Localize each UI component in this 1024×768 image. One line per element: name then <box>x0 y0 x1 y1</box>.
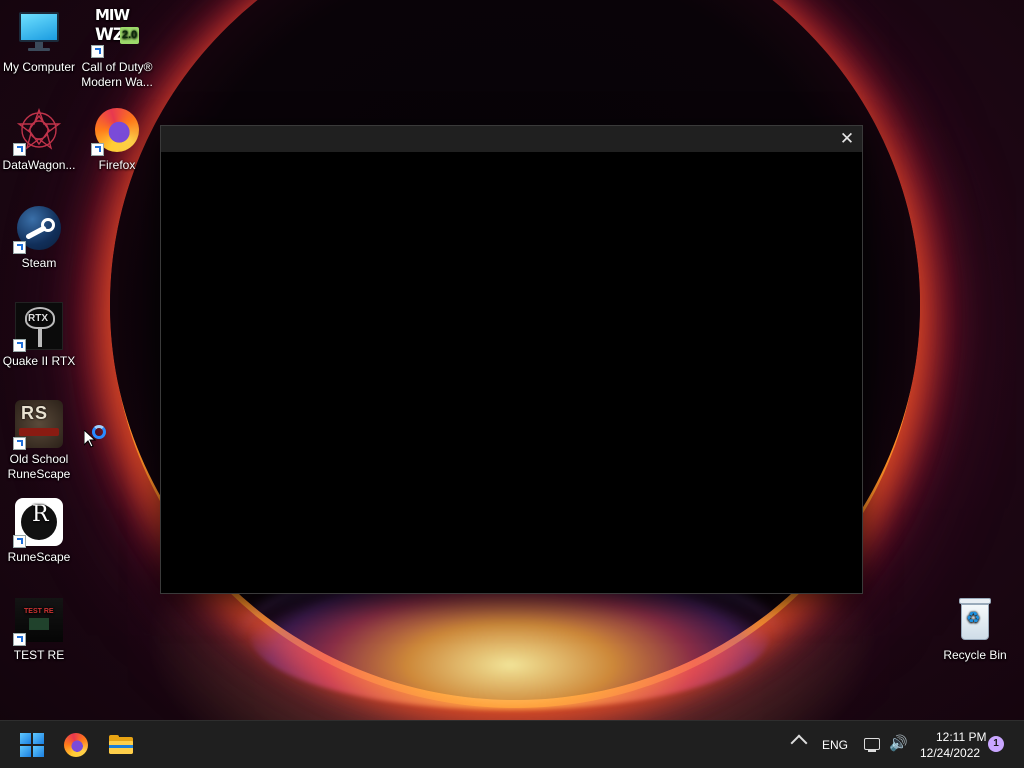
desktop-icon-datawagon[interactable]: DataWagon... <box>0 106 78 173</box>
runescape-icon: R <box>13 498 63 548</box>
shortcut-arrow-icon <box>13 535 26 548</box>
desktop-icon-steam[interactable]: Steam <box>0 204 78 271</box>
desktop-icon-label: Quake II RTX <box>2 354 76 368</box>
my-computer-icon <box>15 8 63 56</box>
desktop-icon-label: Call of Duty® Modern Wa... <box>81 60 153 89</box>
close-button[interactable]: ✕ <box>832 126 862 152</box>
recycle-bin-icon: ♻ <box>951 596 999 644</box>
network-icon[interactable] <box>864 738 880 750</box>
window-titlebar[interactable]: ✕ <box>161 126 862 152</box>
desktop-icon-quake-rtx[interactable]: RTX Quake II RTX <box>0 302 78 369</box>
shortcut-arrow-icon <box>91 143 104 156</box>
shortcut-arrow-icon <box>13 339 26 352</box>
old-school-runescape-icon: RS <box>13 400 63 450</box>
busy-spinner-icon <box>92 425 106 439</box>
shortcut-arrow-icon <box>13 437 26 450</box>
clock-date[interactable]: 12/24/2022 <box>920 746 980 760</box>
chevron-up-icon[interactable] <box>790 734 808 752</box>
desktop-icon-label: Recycle Bin <box>943 648 1007 662</box>
desktop-icon-test-re[interactable]: TEST RE TEST RE <box>0 596 78 663</box>
desktop-icon-label: Firefox <box>98 158 136 172</box>
start-icon[interactable] <box>20 733 44 757</box>
quake-rtx-icon: RTX <box>13 302 63 352</box>
file-explorer-icon[interactable] <box>109 735 133 754</box>
desktop-icon-runescape[interactable]: R RuneScape <box>0 498 78 565</box>
test-re-icon: TEST RE <box>13 596 63 646</box>
desktop-icon-firefox[interactable]: Firefox <box>78 106 156 173</box>
desktop-icon-recycle-bin[interactable]: ♻ Recycle Bin <box>936 596 1014 663</box>
desktop-icon-label: TEST RE <box>13 648 65 662</box>
shortcut-arrow-icon <box>13 241 26 254</box>
desktop-icon-label: Steam <box>21 256 57 270</box>
volume-icon[interactable]: 🔊 <box>889 736 908 752</box>
desktop-icon-label: RuneScape <box>7 550 71 564</box>
shortcut-arrow-icon <box>91 45 104 58</box>
steam-icon <box>13 204 63 254</box>
firefox-icon <box>91 106 141 156</box>
clock-time[interactable]: 12:11 PM <box>936 730 986 744</box>
desktop-icon-label: DataWagon... <box>2 158 76 172</box>
desktop-icon-label: My Computer <box>2 60 76 74</box>
network-icon-stand <box>868 750 876 752</box>
call-of-duty-icon: MIW WZ 2.0 <box>91 8 141 58</box>
language-indicator[interactable]: ENG <box>822 738 848 752</box>
notification-badge[interactable]: 1 <box>988 736 1004 752</box>
datawagon-icon <box>13 106 63 156</box>
desktop-icon-my-computer[interactable]: My Computer <box>0 8 78 75</box>
desktop-icon-label: Old School RuneScape <box>7 452 71 481</box>
taskbar-firefox-icon[interactable] <box>64 733 88 757</box>
app-window[interactable]: ✕ <box>160 125 863 594</box>
shortcut-arrow-icon <box>13 633 26 646</box>
desktop-icon-old-school-runescape[interactable]: RS Old School RuneScape <box>0 400 78 482</box>
taskbar: ENG 🔊 12:11 PM 12/24/2022 1 <box>0 720 1024 768</box>
shortcut-arrow-icon <box>13 143 26 156</box>
desktop-icon-call-of-duty[interactable]: MIW WZ 2.0 Call of Duty® Modern Wa... <box>78 8 156 90</box>
